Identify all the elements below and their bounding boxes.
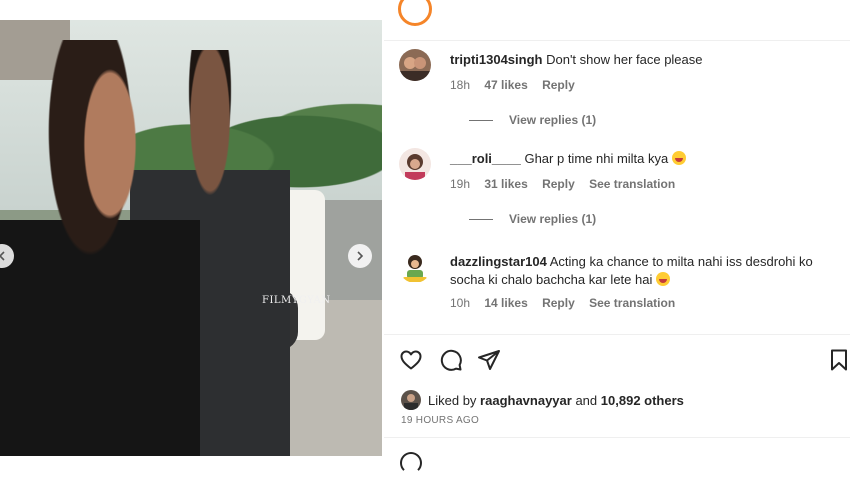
post-action-bar — [398, 347, 850, 373]
liked-by-user[interactable]: raaghavnayyar — [480, 393, 572, 408]
comment-button[interactable] — [438, 347, 464, 373]
comment-content: ___roli____ Ghar p time nhi milta kya — [450, 150, 840, 168]
liked-by-prefix: Liked by — [428, 392, 477, 408]
see-translation-button[interactable]: See translation — [589, 296, 675, 310]
post-timestamp[interactable]: 19 HOURS AGO — [401, 415, 479, 426]
comment-time[interactable]: 19h — [450, 177, 470, 191]
comment-username[interactable]: ___roli____ — [450, 151, 521, 166]
comment-content: tripti1304singh Don't show her face plea… — [450, 51, 840, 69]
commenter-avatar[interactable] — [399, 251, 431, 283]
reply-button[interactable]: Reply — [542, 177, 575, 191]
comment-meta: 18h 47 likes Reply — [450, 78, 586, 92]
replies-line — [469, 218, 493, 220]
likes-summary: Liked by raaghavnayyar and 10,892 others — [401, 390, 684, 410]
replies-line — [469, 119, 493, 121]
comment-item: ___roli____ Ghar p time nhi milta kya 19… — [399, 148, 839, 238]
chevron-right-icon — [357, 251, 364, 261]
comment-item: dazzlingstar104 Acting ka chance to milt… — [399, 251, 839, 321]
commenter-avatar[interactable] — [399, 148, 431, 180]
share-button[interactable] — [476, 347, 502, 373]
reply-button[interactable]: Reply — [542, 296, 575, 310]
comment-time[interactable]: 10h — [450, 296, 470, 310]
previous-comment-avatar[interactable] — [398, 0, 434, 28]
share-icon — [478, 350, 500, 370]
divider — [384, 334, 850, 335]
comment-icon — [440, 349, 462, 371]
view-replies-label: View replies (1) — [509, 113, 597, 127]
see-translation-button[interactable]: See translation — [589, 177, 675, 191]
like-button[interactable] — [398, 347, 424, 373]
reply-button[interactable]: Reply — [542, 78, 575, 92]
media-watermark: FILMYGYAN — [262, 295, 331, 306]
emoji-picker-icon[interactable] — [400, 452, 422, 474]
liker-avatar[interactable] — [401, 390, 421, 410]
view-replies-button[interactable]: View replies (1) — [469, 113, 596, 127]
comment-text: Ghar p time nhi milta kya — [524, 151, 669, 166]
post-media[interactable]: FILMYGYAN — [0, 20, 382, 456]
divider — [384, 437, 850, 438]
laughing-emoji-icon — [655, 272, 670, 286]
comment-likes[interactable]: 47 likes — [484, 78, 527, 92]
next-media-button[interactable] — [348, 244, 372, 268]
comment-likes[interactable]: 14 likes — [484, 296, 527, 310]
comment-item: tripti1304singh Don't show her face plea… — [399, 49, 839, 139]
comment-text: Don't show her face please — [546, 52, 703, 67]
person-woman — [0, 40, 200, 456]
view-replies-label: View replies (1) — [509, 212, 597, 226]
video-frame: FILMYGYAN — [0, 20, 382, 456]
chevron-left-icon — [0, 251, 5, 261]
view-replies-button[interactable]: View replies (1) — [469, 212, 596, 226]
save-button[interactable] — [826, 347, 850, 373]
comments-panel: tripti1304singh Don't show her face plea… — [384, 0, 850, 478]
comment-content: dazzlingstar104 Acting ka chance to milt… — [450, 253, 840, 289]
commenter-avatar[interactable] — [399, 49, 431, 81]
comment-username[interactable]: dazzlingstar104 — [450, 254, 547, 269]
divider — [384, 40, 850, 41]
laughing-emoji-icon — [671, 151, 686, 165]
comment-time[interactable]: 18h — [450, 78, 470, 92]
liked-by-others[interactable]: 10,892 others — [601, 393, 684, 408]
liked-by-joiner: and — [575, 392, 598, 408]
comment-meta: 19h 31 likes Reply See translation — [450, 177, 686, 191]
comment-likes[interactable]: 31 likes — [484, 177, 527, 191]
comment-meta: 10h 14 likes Reply See translation — [450, 296, 686, 310]
bookmark-icon — [831, 349, 847, 371]
heart-icon — [400, 350, 422, 370]
comment-username[interactable]: tripti1304singh — [450, 52, 542, 67]
